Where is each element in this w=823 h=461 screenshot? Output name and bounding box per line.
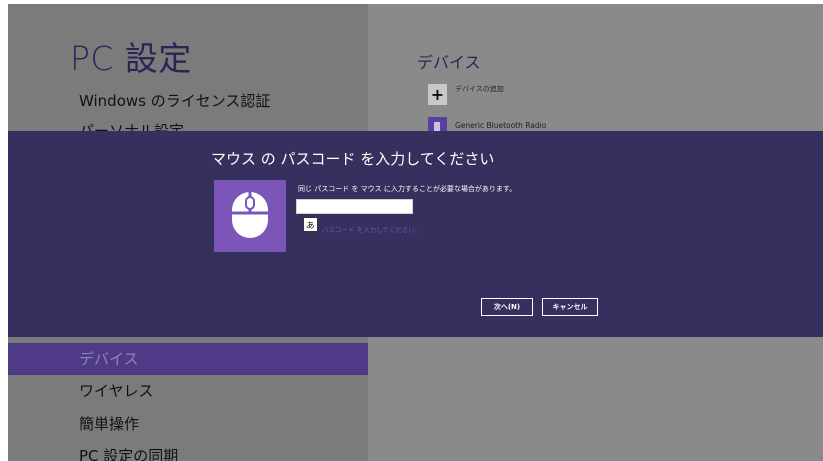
dialog-title: マウス の パスコード を入力してください [211,150,495,168]
nav-item-wireless[interactable]: ワイヤレス [79,380,154,401]
nav-item-devices-selected[interactable] [8,343,368,375]
nav-item-ease-of-access[interactable]: 簡単操作 [79,413,139,434]
nav-item-activation[interactable]: Windows のライセンス認証 [79,90,270,111]
add-device-button[interactable]: + [428,84,447,105]
passcode-input[interactable] [296,199,413,214]
passcode-dialog: マウス の パスコード を入力してください 同じ パスコード を マウス に入力… [8,131,823,337]
devices-content: デバイス + デバイスの追加 Generic Bluetooth Radio [368,4,823,131]
passcode-hint: パスコード を入力してください。 [322,226,422,234]
nav-item-devices-label[interactable]: デバイス [79,348,139,369]
ime-mode-indicator: あ [303,217,318,232]
add-device-label[interactable]: デバイスの追加 [455,84,504,94]
dialog-instruction: 同じ パスコード を マウス に入力することが必要な場合があります。 [298,185,517,193]
cancel-button[interactable]: キャンセル [542,298,598,316]
device-item-bluetooth[interactable]: Generic Bluetooth Radio [455,121,546,130]
bluetooth-device-icon [428,117,447,131]
nav-item-sync[interactable]: PC 設定の同期 [79,445,178,461]
screen: PC 設定 Windows のライセンス認証 パーソナル設定 デバイス ワイヤレ… [8,4,823,461]
mouse-icon [232,192,268,238]
bluetooth-device-glyph [434,122,440,131]
page-title: PC 設定 [70,39,192,78]
mouse-device-tile [214,180,286,252]
next-button[interactable]: 次へ(N) [481,298,533,316]
devices-heading: デバイス [417,53,481,72]
